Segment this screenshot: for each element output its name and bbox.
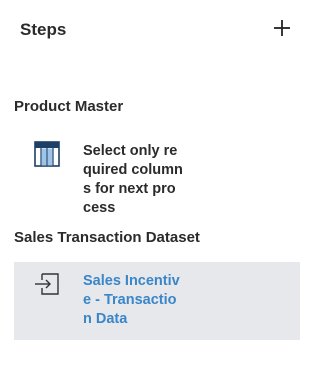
steps-header: Steps (0, 0, 312, 64)
step-select-columns[interactable]: Select only required columns for next pr… (14, 134, 300, 222)
step-label: Sales Incentive - Transaction Data (83, 273, 180, 327)
group-label-sales-transaction: Sales Transaction Dataset (14, 229, 200, 246)
select-columns-icon (33, 140, 61, 168)
group-label-product-master: Product Master (14, 98, 124, 115)
step-sales-incentive[interactable]: Sales Incentive - Transaction Data (14, 262, 300, 340)
add-step-button[interactable] (268, 14, 296, 42)
step-label: Select only required columns for next pr… (83, 143, 183, 216)
panel-title: Steps (20, 20, 67, 39)
import-icon (33, 270, 61, 298)
plus-icon (274, 20, 290, 36)
